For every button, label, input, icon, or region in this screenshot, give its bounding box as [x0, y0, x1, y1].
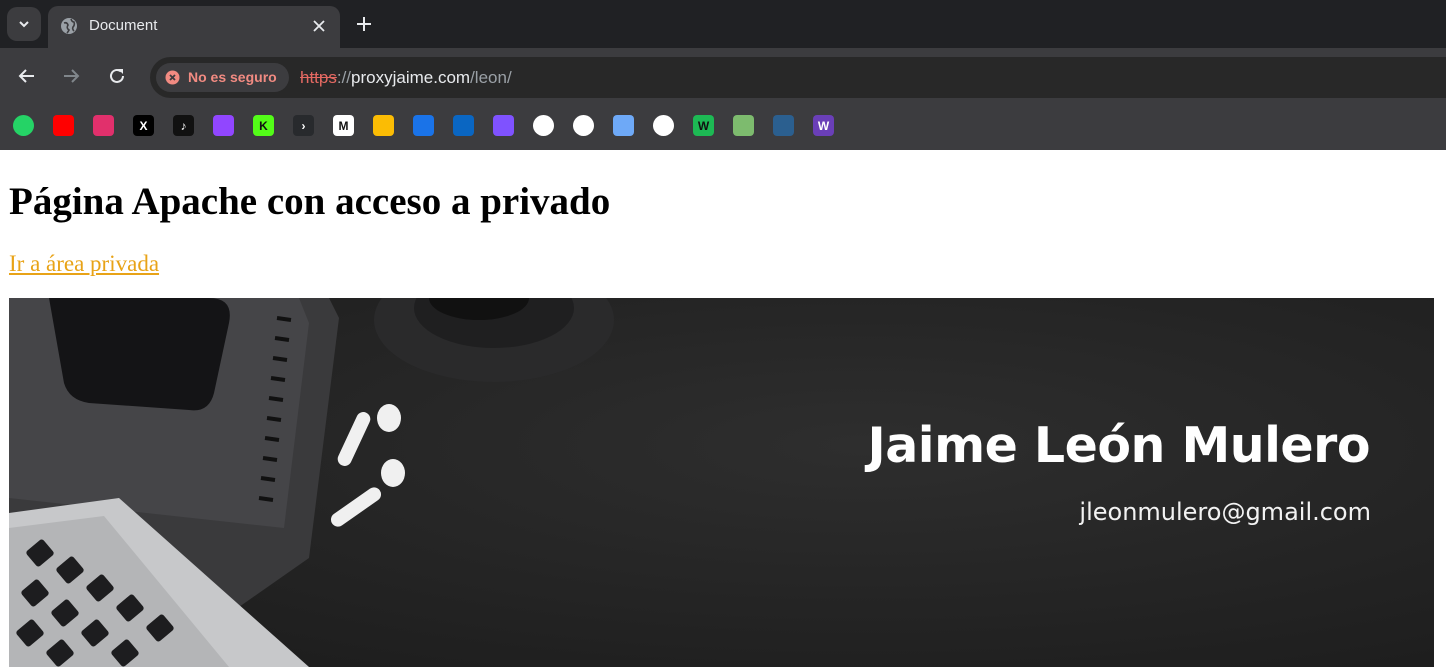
gmail-icon[interactable]: M	[333, 115, 354, 136]
copilot-icon[interactable]	[613, 115, 634, 136]
graduation-cap-icon[interactable]	[413, 115, 434, 136]
tiktok-icon[interactable]: ♪	[173, 115, 194, 136]
clock-check-icon[interactable]	[653, 115, 674, 136]
desk-background-illustration	[9, 298, 1434, 667]
forward-arrow-icon[interactable]	[62, 67, 80, 85]
not-secure-icon	[165, 70, 180, 85]
github-icon[interactable]	[533, 115, 554, 136]
private-area-link[interactable]: Ir a área privada	[9, 250, 159, 278]
back-arrow-icon[interactable]	[18, 67, 36, 85]
url-text[interactable]: https://proxyjaime.com/leon/	[300, 67, 512, 88]
globe-icon	[61, 18, 77, 34]
banner-image: Jaime León Mulero jleonmulero@gmail.com	[9, 298, 1434, 667]
url-separator: ://	[336, 68, 352, 87]
url-path: /leon/	[470, 68, 512, 87]
url-host: proxyjaime.com	[351, 68, 471, 87]
youtube-icon[interactable]	[53, 115, 74, 136]
chevron-down-icon	[19, 21, 29, 28]
whatsapp-icon[interactable]	[13, 115, 34, 136]
new-tab-plus-icon[interactable]	[355, 15, 373, 33]
reload-icon[interactable]	[108, 67, 126, 85]
close-icon[interactable]	[310, 17, 328, 35]
mail-icon[interactable]	[453, 115, 474, 136]
w-logo-icon[interactable]: W	[693, 115, 714, 136]
tab-document[interactable]: Document	[48, 6, 340, 48]
tab-title: Document	[89, 17, 158, 34]
kick-icon[interactable]: K	[253, 115, 274, 136]
toolbar: No es seguro https://proxyjaime.com/leon…	[0, 48, 1446, 101]
globe-blue-icon[interactable]	[773, 115, 794, 136]
address-bar[interactable]: No es seguro https://proxyjaime.com/leon…	[150, 57, 1446, 98]
page-title: Página Apache con acceso a privado	[9, 180, 611, 223]
bookmarks-bar: X ♪ K › M W W	[0, 101, 1446, 150]
banner-name: Jaime León Mulero	[867, 417, 1370, 474]
banner-email: jleonmulero@gmail.com	[1079, 498, 1371, 526]
w-purple-icon[interactable]: W	[813, 115, 834, 136]
x-icon[interactable]: X	[133, 115, 154, 136]
page-content: Página Apache con acceso a privado Ir a …	[0, 150, 1446, 667]
google-drive-icon[interactable]	[373, 115, 394, 136]
security-label: No es seguro	[188, 69, 277, 85]
url-scheme: https	[300, 68, 337, 87]
leaf-icon[interactable]	[733, 115, 754, 136]
tab-strip: Document	[0, 0, 1446, 48]
tab-search-button[interactable]	[7, 7, 41, 41]
security-chip[interactable]: No es seguro	[156, 63, 289, 92]
plex-icon[interactable]: ›	[293, 115, 314, 136]
twitch-icon[interactable]	[213, 115, 234, 136]
kotlin-icon[interactable]	[493, 115, 514, 136]
chatgpt-icon[interactable]	[573, 115, 594, 136]
instagram-icon[interactable]	[93, 115, 114, 136]
